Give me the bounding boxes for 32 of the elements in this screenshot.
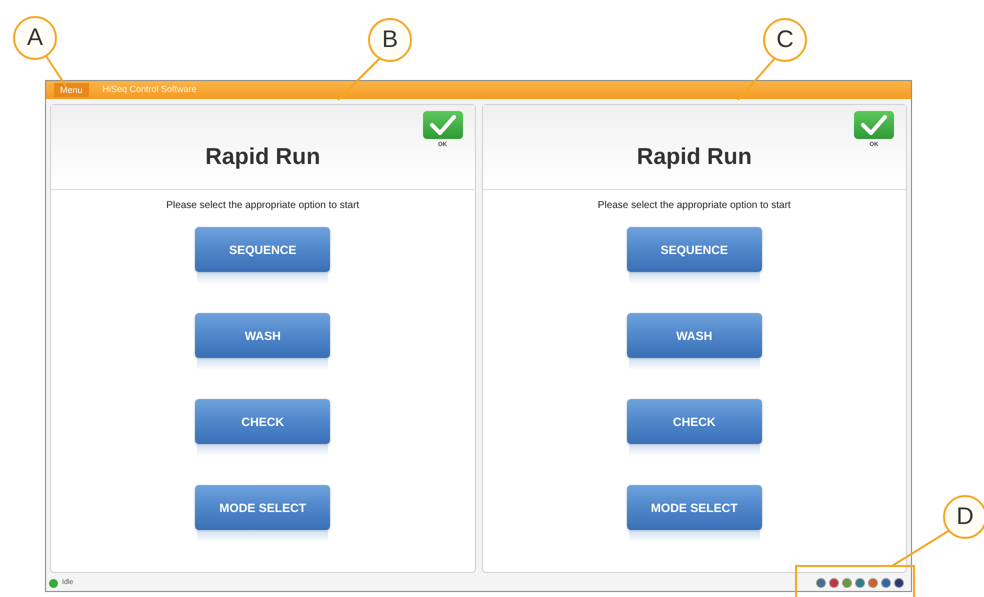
status-icon <box>49 578 58 588</box>
option-button[interactable]: WASH <box>626 313 762 358</box>
checkmark-icon <box>430 115 456 135</box>
indicator-icon[interactable] <box>816 578 826 588</box>
callout-label: D <box>943 495 984 539</box>
leader-line <box>337 57 381 101</box>
indicator-icon[interactable] <box>894 578 904 588</box>
panel-title: Rapid Run <box>636 142 752 171</box>
option-button[interactable]: SEQUENCE <box>626 227 762 272</box>
callout-label: C <box>763 18 807 62</box>
callout-label: A <box>13 16 57 60</box>
ok-button[interactable] <box>422 111 462 139</box>
leader-line <box>891 529 951 567</box>
indicator-icon[interactable] <box>829 578 839 588</box>
option-button[interactable]: CHECK <box>195 399 330 444</box>
indicator-icon[interactable] <box>881 578 891 588</box>
menu-button[interactable]: Menu <box>54 83 89 97</box>
window-title: HiSeq Control Software <box>102 83 197 96</box>
option-button[interactable]: CHECK <box>626 399 762 444</box>
prompt-text: Please select the appropriate option to start <box>598 199 791 213</box>
option-button[interactable]: WASH <box>195 313 330 358</box>
option-button[interactable]: SEQUENCE <box>195 227 330 272</box>
option-button[interactable]: MODE SELECT <box>195 485 330 530</box>
leader-line <box>737 57 776 101</box>
leader-line <box>45 55 67 87</box>
checkmark-icon <box>861 115 887 135</box>
indicator-icon[interactable] <box>855 578 865 588</box>
option-button[interactable]: MODE SELECT <box>626 485 762 530</box>
ok-button[interactable] <box>854 111 894 139</box>
panel-title: Rapid Run <box>205 142 320 171</box>
prompt-text: Please select the appropriate option to start <box>166 199 360 213</box>
callout-label: B <box>368 18 412 62</box>
